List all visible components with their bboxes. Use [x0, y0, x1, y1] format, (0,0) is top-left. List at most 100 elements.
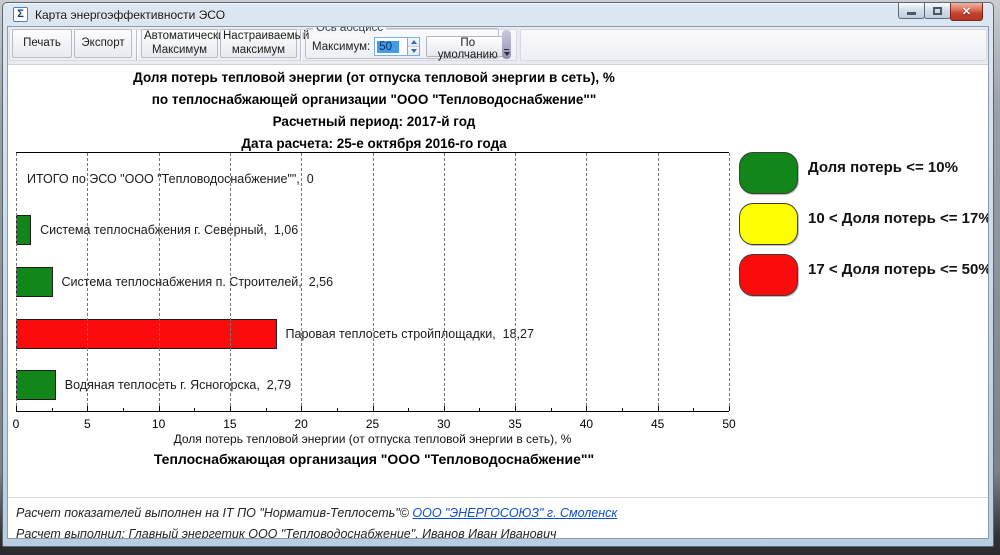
footer-line1-text: Расчет показателей выполнен на IT ПО "Но…	[16, 506, 412, 520]
default-button[interactable]: По умолчанию	[426, 36, 509, 57]
legend-color-swatch	[739, 152, 798, 194]
tick-mark	[301, 406, 302, 411]
chart-subtitle: Теплоснабжающая организация "ООО "Теплов…	[8, 451, 740, 467]
abscissa-axis-group-title: Ось абсцисс	[313, 26, 386, 34]
title-bar[interactable]: Σ Карта энергоэффективности ЭСО	[7, 3, 989, 26]
tick-label: 30	[437, 417, 450, 431]
maximize-button[interactable]	[924, 3, 951, 19]
footer-line2: Расчет выполнил: Главный энергетик ООО "…	[16, 524, 980, 539]
tick-label: 0	[13, 417, 20, 431]
gridline	[515, 153, 516, 411]
auto-maximum-label-line1: Автоматический	[144, 30, 231, 42]
tick-label: 45	[651, 417, 664, 431]
tick-mark	[515, 406, 516, 411]
tick-mark	[658, 406, 659, 411]
chart-title-block: Доля потерь тепловой энергии (от отпуска…	[8, 67, 740, 155]
bar-label: ИТОГО по ЭСО "ООО "Тепловодоснабжение"",…	[27, 172, 314, 186]
custom-maximum-label-line1: Настраиваемый	[223, 30, 309, 42]
x-axis-label: Доля потерь тепловой энергии (от отпуска…	[16, 432, 729, 446]
legend-label: 10 < Доля потерь <= 17%	[808, 210, 989, 227]
tick-label: 20	[295, 417, 308, 431]
tick-mark	[87, 406, 88, 411]
toolbar-separator	[300, 30, 302, 61]
bar	[16, 215, 31, 245]
tick-label: 25	[366, 417, 379, 431]
close-icon: ✕	[962, 5, 971, 18]
x-axis-ticks: 05101520253035404550	[16, 417, 729, 432]
chart-title-line1: Доля потерь тепловой энергии (от отпуска…	[8, 67, 740, 89]
tick-mark	[159, 406, 160, 411]
auto-maximum-button[interactable]: АвтоматическийМаксимум	[141, 29, 218, 58]
sigma-icon: Σ	[13, 7, 28, 22]
gridline	[586, 153, 587, 411]
maximum-input[interactable]: 50	[374, 37, 407, 56]
chart-title-line3: Расчетный период: 2017-й год	[8, 111, 740, 133]
minimize-icon	[907, 12, 916, 15]
bar	[16, 319, 277, 349]
gridline	[373, 153, 374, 411]
footer-company-link[interactable]: ООО "ЭНЕРГОСОЮЗ" г. Смоленск	[412, 506, 617, 520]
maximum-label: Максимум:	[312, 41, 370, 53]
tick-mark	[444, 406, 445, 411]
legend-color-swatch	[739, 254, 798, 296]
bar-label: Система теплоснабжения п. Строителей, 2,…	[62, 275, 334, 289]
auto-maximum-label-line2: Максимум	[152, 44, 207, 56]
export-button[interactable]: Экспорт	[74, 29, 132, 58]
custom-maximum-button[interactable]: Настраиваемыймаксимум	[220, 29, 297, 58]
abscissa-axis-group: Ось абсцисс Максимум: 50 По умолчанию	[305, 28, 499, 59]
legend-item: 17 < Доля потерь <= 50%	[739, 254, 989, 296]
spinner-up-button[interactable]	[408, 38, 419, 46]
gridline	[658, 153, 659, 411]
spinner-up-icon	[411, 40, 417, 44]
minor-tick-mark	[194, 408, 195, 411]
minor-tick-mark	[622, 408, 623, 411]
toolbar-overflow-button[interactable]	[502, 30, 511, 59]
minimize-button[interactable]	[898, 3, 925, 19]
gridline	[301, 153, 302, 411]
footer: Расчет показателей выполнен на IT ПО "Но…	[8, 497, 988, 539]
minor-tick-mark	[693, 408, 694, 411]
custom-maximum-label-line2: максимум	[232, 44, 285, 56]
window-controls: ✕	[899, 3, 983, 21]
minor-tick-mark	[479, 408, 480, 411]
legend: Доля потерь <= 10% 10 < Доля потерь <= 17…	[739, 152, 989, 296]
gridline	[16, 153, 17, 411]
legend-label: 17 < Доля потерь <= 50%	[808, 261, 989, 278]
tick-label: 40	[580, 417, 593, 431]
window-title: Карта энергоэффективности ЭСО	[35, 8, 225, 22]
maximize-icon	[933, 7, 942, 15]
tick-label: 35	[508, 417, 521, 431]
minor-tick-mark	[551, 408, 552, 411]
maximum-spinner	[407, 37, 420, 56]
toolbar: Печать Экспорт АвтоматическийМаксимум На…	[8, 27, 988, 65]
spinner-down-button[interactable]	[408, 46, 419, 55]
tick-label: 10	[152, 417, 165, 431]
app-window: Σ Карта энергоэффективности ЭСО ✕ Печать…	[2, 2, 994, 547]
bar-label: Водяная теплосеть г. Ясногорска, 2,79	[65, 378, 291, 392]
minor-tick-mark	[52, 408, 53, 411]
chart-title-line2: по теплоснабжающей организации "ООО "Теп…	[8, 89, 740, 111]
maximum-value: 50	[377, 41, 399, 53]
legend-label: Доля потерь <= 10%	[808, 159, 958, 176]
tick-mark	[16, 406, 17, 411]
print-button[interactable]: Печать	[12, 29, 72, 58]
gridline	[729, 153, 730, 411]
tick-label: 15	[223, 417, 236, 431]
tick-mark	[729, 406, 730, 411]
tick-mark	[586, 406, 587, 411]
close-button[interactable]: ✕	[950, 3, 983, 21]
legend-color-swatch	[739, 203, 798, 245]
gridline	[159, 153, 160, 411]
bar-label: Паровая теплосеть стройплощадки, 18,27	[286, 327, 534, 341]
gridline	[444, 153, 445, 411]
minor-tick-mark	[123, 408, 124, 411]
plot-area: ИТОГО по ЭСО "ООО "Тепловодоснабжение"",…	[16, 152, 729, 412]
tick-mark	[230, 406, 231, 411]
gridline	[87, 153, 88, 411]
tick-label: 5	[84, 417, 91, 431]
bar	[16, 267, 53, 297]
tick-label: 50	[722, 417, 735, 431]
bar	[16, 370, 56, 400]
minor-tick-mark	[337, 408, 338, 411]
gridline	[230, 153, 231, 411]
